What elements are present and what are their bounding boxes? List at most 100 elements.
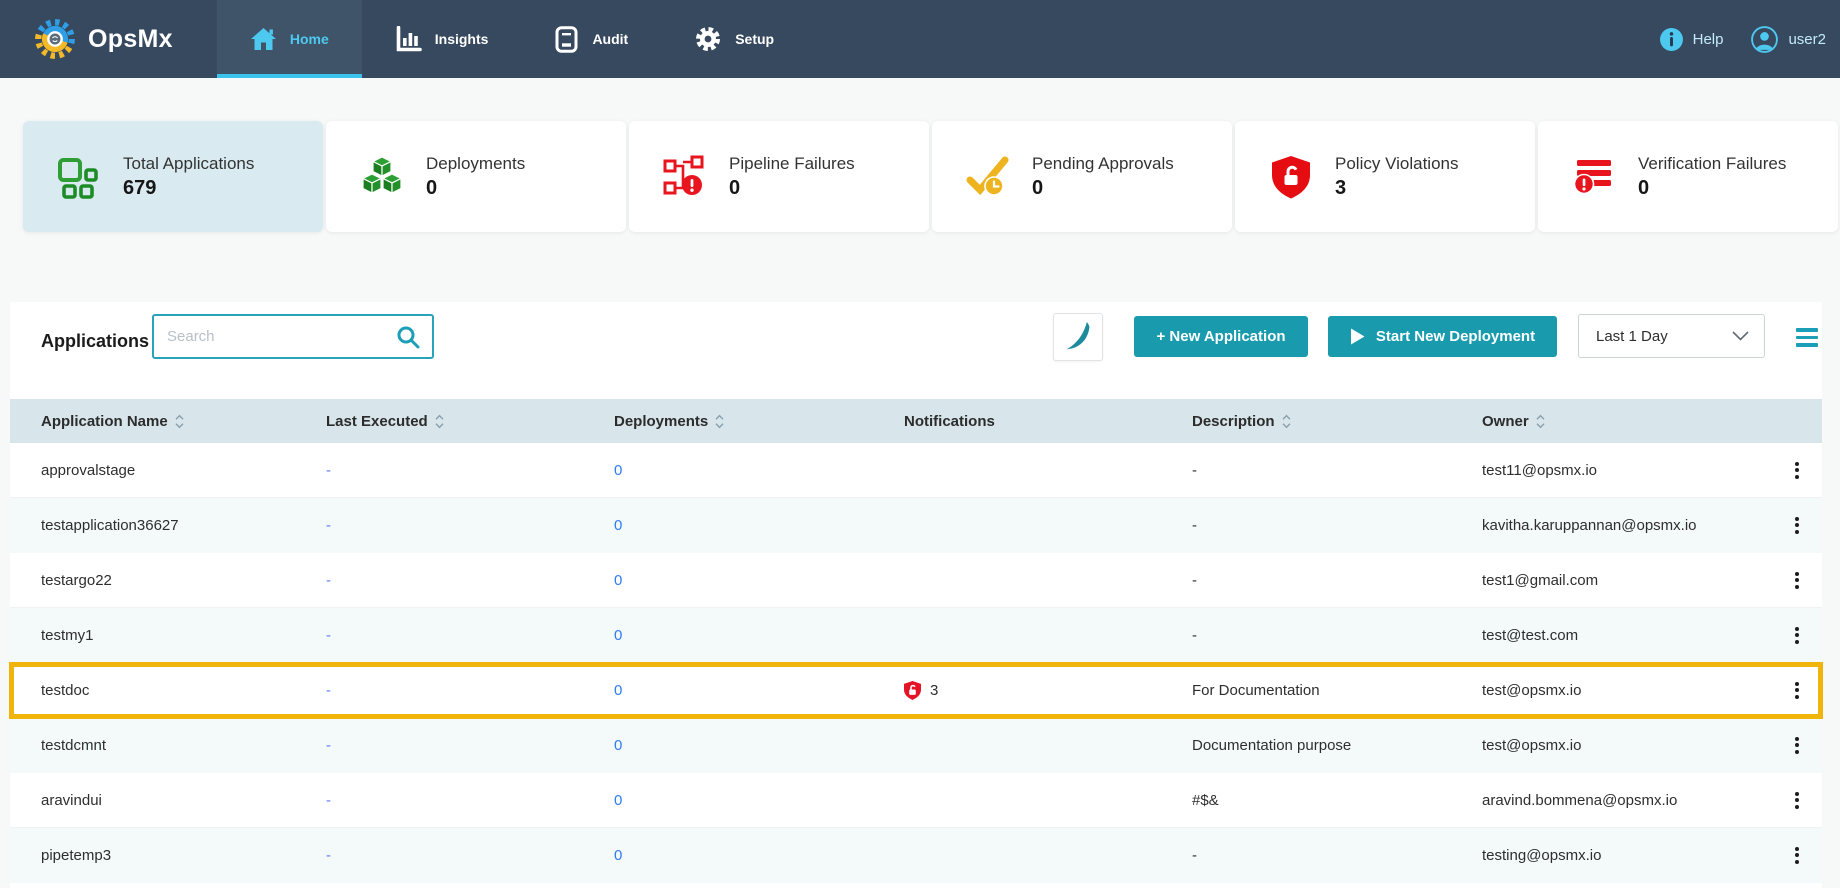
tab-setup[interactable]: Setup: [661, 0, 807, 78]
table-row[interactable]: testargo22 - 0 - test1@gmail.com: [10, 553, 1822, 608]
table-header-row: Application NameLast ExecutedDeployments…: [10, 399, 1822, 443]
start-deployment-label: Start New Deployment: [1376, 328, 1535, 345]
column-header-description[interactable]: Description: [1192, 413, 1482, 430]
table-row[interactable]: aravindui - 0 #$& aravind.bommena@opsmx.…: [10, 773, 1822, 828]
app-name-cell[interactable]: approvalstage: [41, 462, 326, 479]
insights-chart-icon: [395, 26, 422, 53]
deployments-link[interactable]: 0: [614, 572, 904, 589]
row-actions-kebab[interactable]: [1788, 457, 1806, 484]
app-name-cell[interactable]: testdcmnt: [41, 737, 326, 754]
new-application-button[interactable]: + New Application: [1134, 316, 1308, 357]
tab-audit-label: Audit: [592, 31, 628, 47]
app-name-cell[interactable]: aravindui: [41, 792, 326, 809]
time-range-dropdown[interactable]: Last 1 Day: [1578, 314, 1765, 358]
owner-cell: test@opsmx.io: [1482, 737, 1772, 754]
stat-card-policy-violations[interactable]: Policy Violations 3: [1235, 121, 1535, 232]
tab-home[interactable]: Home: [217, 0, 362, 78]
column-header-last_executed[interactable]: Last Executed: [326, 413, 614, 430]
tab-insights-label: Insights: [435, 31, 489, 47]
app-name-cell[interactable]: testargo22: [41, 572, 326, 589]
search-input[interactable]: [154, 328, 396, 345]
table-row[interactable]: pipetemp3 - 0 - testing@opsmx.io: [10, 828, 1822, 883]
last-executed-cell: -: [326, 517, 614, 534]
deployments-link[interactable]: 0: [614, 737, 904, 754]
last-executed-cell: -: [326, 792, 614, 809]
last-executed-cell: -: [326, 737, 614, 754]
brand-name: OpsMx: [88, 25, 173, 54]
owner-cell: test1@gmail.com: [1482, 572, 1772, 589]
nav-right-group: Help user2: [1659, 0, 1840, 78]
apps-grid-icon: [55, 153, 103, 201]
stat-value: 0: [729, 177, 855, 200]
table-menu-button[interactable]: [1796, 328, 1818, 347]
stat-card-total-applications[interactable]: Total Applications 679: [23, 121, 323, 232]
spinnaker-button[interactable]: [1053, 313, 1103, 361]
search-icon[interactable]: [396, 325, 420, 349]
last-executed-cell: -: [326, 572, 614, 589]
user-menu[interactable]: user2: [1750, 25, 1826, 54]
sort-icon: [175, 414, 184, 429]
pending-check-clock-icon: [964, 153, 1012, 201]
stat-value: 0: [1638, 177, 1786, 200]
deployments-link[interactable]: 0: [614, 517, 904, 534]
table-row[interactable]: approvalstage - 0 - test11@opsmx.io: [10, 443, 1822, 498]
table-body: approvalstage - 0 - test11@opsmx.io test…: [10, 443, 1822, 883]
home-icon: [250, 27, 277, 51]
stat-label: Verification Failures: [1638, 154, 1786, 174]
deployments-link[interactable]: 0: [614, 792, 904, 809]
row-actions-kebab[interactable]: [1788, 622, 1806, 649]
app-name-cell[interactable]: testmy1: [41, 627, 326, 644]
help-button[interactable]: Help: [1659, 27, 1724, 52]
stat-card-pending-approvals[interactable]: Pending Approvals 0: [932, 121, 1232, 232]
tab-setup-label: Setup: [735, 31, 774, 47]
sort-icon: [1536, 414, 1545, 429]
start-new-deployment-button[interactable]: Start New Deployment: [1328, 316, 1557, 357]
owner-cell: testing@opsmx.io: [1482, 847, 1772, 864]
app-name-cell[interactable]: testdoc: [41, 682, 326, 699]
opsmx-gear-logo-icon: [33, 17, 77, 61]
owner-cell: kavitha.karuppannan@opsmx.io: [1482, 517, 1772, 534]
info-icon: [1659, 27, 1684, 52]
stat-value: 3: [1335, 177, 1458, 200]
row-actions-kebab[interactable]: [1788, 677, 1806, 704]
stat-card-pipeline-failures[interactable]: Pipeline Failures 0: [629, 121, 929, 232]
description-cell: #$&: [1192, 792, 1482, 809]
column-header-name[interactable]: Application Name: [41, 413, 326, 430]
app-name-cell[interactable]: pipetemp3: [41, 847, 326, 864]
stat-value: 0: [1032, 177, 1174, 200]
stat-card-deployments[interactable]: Deployments 0: [326, 121, 626, 232]
spinnaker-sail-icon: [1063, 320, 1093, 354]
deployments-link[interactable]: 0: [614, 682, 904, 699]
table-row[interactable]: testdoc - 0 3 For Documentation test@ops…: [10, 663, 1822, 718]
table-row[interactable]: testapplication36627 - 0 - kavitha.karup…: [10, 498, 1822, 553]
stat-label: Total Applications: [123, 154, 254, 174]
stat-card-verification-failures[interactable]: Verification Failures 0: [1538, 121, 1838, 232]
row-actions-kebab[interactable]: [1788, 732, 1806, 759]
table-row[interactable]: testmy1 - 0 - test@test.com: [10, 608, 1822, 663]
description-cell: -: [1192, 462, 1482, 479]
last-executed-cell: -: [326, 462, 614, 479]
app-name-cell[interactable]: testapplication36627: [41, 517, 326, 534]
help-label: Help: [1693, 31, 1724, 48]
new-application-label: + New Application: [1156, 328, 1285, 345]
row-actions-kebab[interactable]: [1788, 842, 1806, 869]
deployments-link[interactable]: 0: [614, 462, 904, 479]
section-title: Applications: [41, 331, 149, 352]
column-header-deployments[interactable]: Deployments: [614, 413, 904, 430]
column-header-owner[interactable]: Owner: [1482, 413, 1772, 430]
stat-label: Deployments: [426, 154, 525, 174]
stat-label: Policy Violations: [1335, 154, 1458, 174]
deployments-link[interactable]: 0: [614, 847, 904, 864]
opsmx-logo[interactable]: OpsMx: [0, 0, 217, 78]
row-actions-kebab[interactable]: [1788, 567, 1806, 594]
description-cell: -: [1192, 572, 1482, 589]
tab-insights[interactable]: Insights: [362, 0, 522, 78]
row-actions-kebab[interactable]: [1788, 512, 1806, 539]
row-actions-kebab[interactable]: [1788, 787, 1806, 814]
pipeline-error-icon: [661, 153, 709, 201]
top-nav-bar: OpsMx Home Insights: [0, 0, 1840, 78]
table-row[interactable]: testdcmnt - 0 Documentation purpose test…: [10, 718, 1822, 773]
tab-audit[interactable]: Audit: [521, 0, 661, 78]
description-cell: Documentation purpose: [1192, 737, 1482, 754]
deployments-link[interactable]: 0: [614, 627, 904, 644]
